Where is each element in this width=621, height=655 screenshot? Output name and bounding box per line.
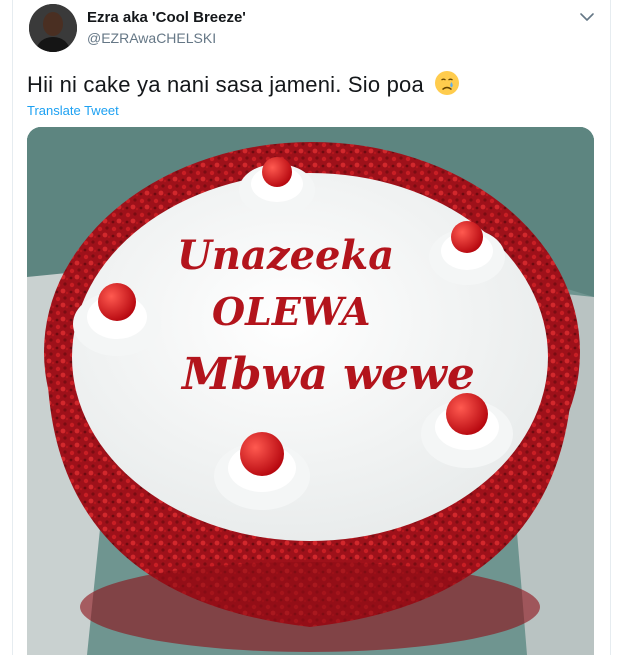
tweet-text: Hii ni cake ya nani sasa jameni. Sio poa xyxy=(27,70,460,98)
tweet-text-content: Hii ni cake ya nani sasa jameni. Sio poa xyxy=(27,72,424,97)
display-name[interactable]: Ezra aka 'Cool Breeze' xyxy=(87,9,246,26)
tweet-media-photo[interactable]: Unazeeka OLEWA Mbwa wewe xyxy=(27,127,594,655)
tweet-card[interactable]: Ezra aka 'Cool Breeze' @EZRAwaCHELSKI Hi… xyxy=(12,0,611,655)
translate-tweet-link[interactable]: Translate Tweet xyxy=(27,103,119,118)
cake-writing-line-2: OLEWA xyxy=(212,289,371,334)
cake-photo: Unazeeka OLEWA Mbwa wewe xyxy=(27,127,594,655)
cake-writing-line-1: Unazeeka xyxy=(177,232,394,279)
avatar-image xyxy=(29,4,77,52)
cake-writing-line-3: Mbwa wewe xyxy=(180,349,475,400)
crying-face-icon xyxy=(435,71,460,95)
user-handle[interactable]: @EZRAwaCHELSKI xyxy=(87,30,216,46)
chevron-down-icon[interactable] xyxy=(578,8,596,26)
avatar[interactable] xyxy=(29,4,77,52)
